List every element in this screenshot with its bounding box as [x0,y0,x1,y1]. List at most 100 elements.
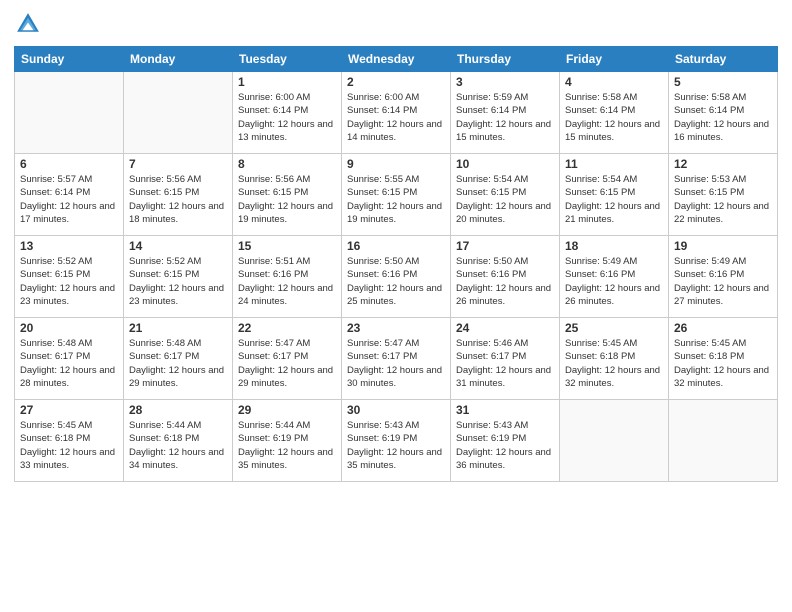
day-info: Sunrise: 5:48 AM Sunset: 6:17 PM Dayligh… [129,337,227,390]
calendar-cell: 1Sunrise: 6:00 AM Sunset: 6:14 PM Daylig… [233,72,342,154]
day-info: Sunrise: 5:58 AM Sunset: 6:14 PM Dayligh… [565,91,663,144]
header [14,10,778,38]
day-number: 26 [674,321,772,335]
day-number: 10 [456,157,554,171]
weekday-header-tuesday: Tuesday [233,47,342,72]
day-number: 4 [565,75,663,89]
day-number: 2 [347,75,445,89]
day-number: 1 [238,75,336,89]
calendar-cell: 5 Sunrise: 5:58 AM Sunset: 6:14 PM Daylig… [669,72,778,154]
calendar-week-row: 6Sunrise: 5:57 AM Sunset: 6:14 PM Daylig… [15,154,778,236]
day-number: 6 [20,157,118,171]
calendar-cell: 13Sunrise: 5:52 AM Sunset: 6:15 PM Dayli… [15,236,124,318]
day-number: 29 [238,403,336,417]
weekday-header-friday: Friday [560,47,669,72]
day-number: 15 [238,239,336,253]
calendar-cell: 6Sunrise: 5:57 AM Sunset: 6:14 PM Daylig… [15,154,124,236]
calendar-cell: 29 Sunrise: 5:44 AM Sunset: 6:19 PM Dayli… [233,400,342,482]
day-info: Sunrise: 5:52 AM Sunset: 6:15 PM Dayligh… [20,255,118,308]
logo [14,10,46,38]
day-number: 30 [347,403,445,417]
day-number: 19 [674,239,772,253]
day-number: 25 [565,321,663,335]
day-info: Sunrise: 5:54 AM Sunset: 6:15 PM Dayligh… [456,173,554,226]
day-number: 8 [238,157,336,171]
weekday-header-saturday: Saturday [669,47,778,72]
day-info: Sunrise: 5:43 AM Sunset: 6:19 PM Dayligh… [347,419,445,472]
day-number: 18 [565,239,663,253]
day-number: 31 [456,403,554,417]
calendar-cell: 12 Sunrise: 5:53 AM Sunset: 6:15 PM Dayli… [669,154,778,236]
calendar-cell: 11Sunrise: 5:54 AM Sunset: 6:15 PM Dayli… [560,154,669,236]
calendar-cell: 2 Sunrise: 6:00 AM Sunset: 6:14 PM Daylig… [342,72,451,154]
day-number: 12 [674,157,772,171]
calendar-cell: 31Sunrise: 5:43 AM Sunset: 6:19 PM Dayli… [451,400,560,482]
day-number: 23 [347,321,445,335]
day-info: Sunrise: 5:45 AM Sunset: 6:18 PM Dayligh… [565,337,663,390]
day-info: Sunrise: 5:53 AM Sunset: 6:15 PM Dayligh… [674,173,772,226]
calendar-cell: 7Sunrise: 5:56 AM Sunset: 6:15 PM Daylig… [124,154,233,236]
day-number: 5 [674,75,772,89]
calendar-cell: 19 Sunrise: 5:49 AM Sunset: 6:16 PM Dayli… [669,236,778,318]
day-info: Sunrise: 6:00 AM Sunset: 6:14 PM Dayligh… [347,91,445,144]
day-info: Sunrise: 5:51 AM Sunset: 6:16 PM Dayligh… [238,255,336,308]
calendar-cell: 9Sunrise: 5:55 AM Sunset: 6:15 PM Daylig… [342,154,451,236]
calendar-cell: 8 Sunrise: 5:56 AM Sunset: 6:15 PM Daylig… [233,154,342,236]
calendar: SundayMondayTuesdayWednesdayThursdayFrid… [14,46,778,482]
calendar-cell: 30 Sunrise: 5:43 AM Sunset: 6:19 PM Dayli… [342,400,451,482]
calendar-cell [669,400,778,482]
calendar-cell: 4 Sunrise: 5:58 AM Sunset: 6:14 PM Daylig… [560,72,669,154]
calendar-cell: 15 Sunrise: 5:51 AM Sunset: 6:16 PM Dayli… [233,236,342,318]
day-info: Sunrise: 5:46 AM Sunset: 6:17 PM Dayligh… [456,337,554,390]
calendar-cell: 21 Sunrise: 5:48 AM Sunset: 6:17 PM Dayli… [124,318,233,400]
calendar-cell [15,72,124,154]
page: SundayMondayTuesdayWednesdayThursdayFrid… [0,0,792,612]
calendar-cell [560,400,669,482]
calendar-cell: 3 Sunrise: 5:59 AM Sunset: 6:14 PM Daylig… [451,72,560,154]
day-number: 21 [129,321,227,335]
day-info: Sunrise: 5:59 AM Sunset: 6:14 PM Dayligh… [456,91,554,144]
calendar-cell: 20Sunrise: 5:48 AM Sunset: 6:17 PM Dayli… [15,318,124,400]
day-info: Sunrise: 5:56 AM Sunset: 6:15 PM Dayligh… [129,173,227,226]
day-info: Sunrise: 5:47 AM Sunset: 6:17 PM Dayligh… [347,337,445,390]
day-info: Sunrise: 5:52 AM Sunset: 6:15 PM Dayligh… [129,255,227,308]
day-info: Sunrise: 5:49 AM Sunset: 6:16 PM Dayligh… [565,255,663,308]
day-number: 28 [129,403,227,417]
calendar-cell: 14Sunrise: 5:52 AM Sunset: 6:15 PM Dayli… [124,236,233,318]
day-number: 24 [456,321,554,335]
day-info: Sunrise: 5:50 AM Sunset: 6:16 PM Dayligh… [347,255,445,308]
calendar-cell: 16 Sunrise: 5:50 AM Sunset: 6:16 PM Dayli… [342,236,451,318]
calendar-cell: 18 Sunrise: 5:49 AM Sunset: 6:16 PM Dayli… [560,236,669,318]
weekday-header-monday: Monday [124,47,233,72]
calendar-cell [124,72,233,154]
calendar-cell: 17 Sunrise: 5:50 AM Sunset: 6:16 PM Dayli… [451,236,560,318]
day-info: Sunrise: 5:45 AM Sunset: 6:18 PM Dayligh… [20,419,118,472]
day-info: Sunrise: 5:49 AM Sunset: 6:16 PM Dayligh… [674,255,772,308]
calendar-week-row: 1 Sunrise: 6:00 AM Sunset: 6:14 PM Daylig… [15,72,778,154]
day-number: 22 [238,321,336,335]
calendar-cell: 26 Sunrise: 5:45 AM Sunset: 6:18 PM Dayli… [669,318,778,400]
calendar-cell: 24 Sunrise: 5:46 AM Sunset: 6:17 PM Dayli… [451,318,560,400]
calendar-cell: 27 Sunrise: 5:45 AM Sunset: 6:18 PM Dayli… [15,400,124,482]
day-info: Sunrise: 5:58 AM Sunset: 6:14 PM Dayligh… [674,91,772,144]
day-info: Sunrise: 5:56 AM Sunset: 6:15 PM Dayligh… [238,173,336,226]
weekday-header-sunday: Sunday [15,47,124,72]
calendar-week-row: 27 Sunrise: 5:45 AM Sunset: 6:18 PM Dayli… [15,400,778,482]
calendar-cell: 23 Sunrise: 5:47 AM Sunset: 6:17 PM Dayli… [342,318,451,400]
day-number: 11 [565,157,663,171]
day-info: Sunrise: 5:45 AM Sunset: 6:18 PM Dayligh… [674,337,772,390]
weekday-header-wednesday: Wednesday [342,47,451,72]
day-number: 17 [456,239,554,253]
logo-icon [14,10,42,38]
day-info: Sunrise: 5:44 AM Sunset: 6:18 PM Dayligh… [129,419,227,472]
weekday-header-thursday: Thursday [451,47,560,72]
calendar-cell: 10 Sunrise: 5:54 AM Sunset: 6:15 PM Dayli… [451,154,560,236]
day-number: 27 [20,403,118,417]
day-info: Sunrise: 5:44 AM Sunset: 6:19 PM Dayligh… [238,419,336,472]
day-info: Sunrise: 5:48 AM Sunset: 6:17 PM Dayligh… [20,337,118,390]
day-info: Sunrise: 5:47 AM Sunset: 6:17 PM Dayligh… [238,337,336,390]
day-info: Sunrise: 5:55 AM Sunset: 6:15 PM Dayligh… [347,173,445,226]
day-info: Sunrise: 5:50 AM Sunset: 6:16 PM Dayligh… [456,255,554,308]
day-number: 3 [456,75,554,89]
day-number: 16 [347,239,445,253]
